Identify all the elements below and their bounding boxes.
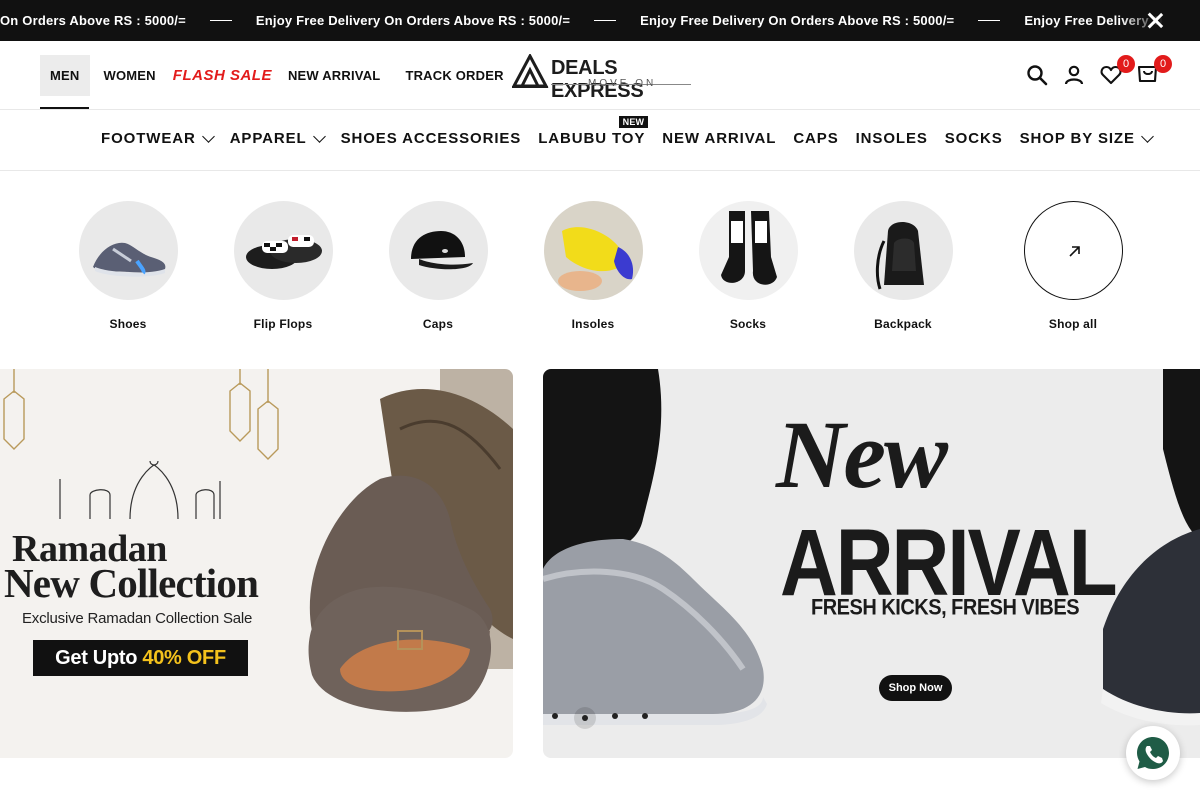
banner-new-arrival[interactable]: New ARRIVAL FRESH KICKS, FRESH VIBES Sho… (543, 369, 1200, 758)
category-footwear[interactable]: FOOTWEAR (101, 129, 215, 147)
category-circle-caps[interactable]: Caps (383, 201, 493, 331)
announcement-item: Enjoy Free Delivery On Orders Above RS :… (640, 13, 1024, 28)
cap-image (388, 201, 488, 300)
whatsapp-button[interactable] (1126, 726, 1180, 780)
search-icon[interactable] (1025, 63, 1049, 87)
site-logo[interactable]: DEALS EXPRESS MOVE ON (512, 54, 694, 102)
category-insoles[interactable]: INSOLES (856, 130, 928, 147)
category-circle-insoles[interactable]: Insoles (538, 201, 648, 331)
new-badge: NEW (618, 116, 649, 128)
category-circle-label: Shoes (109, 317, 147, 331)
new-arrival-script: New (776, 401, 948, 508)
announcement-lead: Enjoy (640, 13, 677, 28)
chevron-down-icon (201, 129, 215, 143)
category-label: SHOES ACCESSORIES (340, 130, 522, 147)
site-header: MEN WOMEN FLASH SALE NEW ARRIVAL TRACK O… (0, 41, 1200, 110)
header-actions: 0 0 (1012, 55, 1172, 87)
carousel-dots (543, 706, 663, 729)
category-shoes-accessories[interactable]: SHOES ACCESSORIES (341, 130, 522, 147)
close-icon[interactable] (1147, 12, 1164, 29)
category-shop-by-size[interactable]: SHOP BY SIZE (1019, 129, 1154, 147)
ramadan-title-line2: New Collection (4, 560, 259, 606)
cart-count-badge: 0 (1154, 55, 1172, 73)
category-label: NEW ARRIVAL (662, 130, 777, 147)
ramadan-cta-button[interactable]: Get Upto 40% OFF (33, 640, 248, 676)
nav-track-order[interactable]: TRACK ORDER (405, 68, 503, 83)
category-socks[interactable]: SOCKS (945, 130, 1003, 147)
category-apparel[interactable]: APPAREL (229, 129, 326, 147)
socks-image (698, 201, 798, 300)
announcement-bold: Free Delivery (680, 13, 765, 28)
category-new-arrival[interactable]: NEW ARRIVAL (662, 130, 776, 147)
gender-nav: MEN WOMEN FLASH SALE NEW ARRIVAL TRACK O… (40, 55, 504, 109)
banner-ramadan[interactable]: Ramadan New Collection Exclusive Ramadan… (0, 369, 513, 758)
category-circles: Shoes Flip Flops Caps Insoles Socks Back… (0, 201, 1200, 341)
nav-new-arrival[interactable]: NEW ARRIVAL (288, 68, 380, 83)
flip-flops-image (233, 201, 333, 300)
category-circle-shoes[interactable]: Shoes (73, 201, 183, 331)
announcement-lead: Enjoy (255, 13, 293, 28)
category-label: FOOTWEAR (101, 130, 196, 147)
carousel-dot[interactable] (552, 713, 558, 719)
category-circle-flip-flops[interactable]: Flip Flops (228, 201, 338, 331)
category-label: SOCKS (944, 130, 1003, 147)
divider-line (594, 20, 617, 21)
announcement-item: On Orders Above RS : 5000/= (0, 13, 256, 28)
chevron-down-icon (312, 129, 326, 143)
ramadan-subtitle: Exclusive Ramadan Collection Sale (22, 610, 253, 627)
category-circle-socks[interactable]: Socks (693, 201, 803, 331)
logo-tagline: MOVE ON (588, 78, 657, 89)
carousel-dot[interactable] (642, 713, 648, 719)
category-label: LABUBU TOY (538, 130, 646, 147)
whatsapp-icon (1137, 737, 1169, 769)
category-circle-label: Shop all (1048, 317, 1098, 331)
carousel-dot-active[interactable] (574, 707, 596, 729)
category-label: SHOP BY SIZE (1019, 130, 1135, 147)
new-arrival-subtitle: FRESH KICKS, FRESH VIBES (811, 596, 1080, 621)
announcement-item: Enjoy Free Delivery On Orders Above RS :… (256, 13, 640, 28)
category-caps[interactable]: CAPS (793, 130, 838, 147)
category-circle-label: Caps (422, 317, 454, 331)
carousel-dot[interactable] (612, 713, 618, 719)
category-nav: FOOTWEAR APPAREL SHOES ACCESSORIES LABUB… (0, 110, 1200, 171)
announcement-lead: Enjoy (1024, 13, 1061, 28)
announcement-track: On Orders Above RS : 5000/= Enjoy Free D… (0, 0, 1171, 41)
divider-line (209, 20, 232, 21)
category-circle-label: Backpack (874, 317, 932, 331)
wishlist-icon[interactable]: 0 (1099, 55, 1135, 87)
category-label: CAPS (793, 130, 839, 147)
account-icon[interactable] (1062, 63, 1086, 87)
category-label: APPAREL (229, 130, 307, 147)
wishlist-count-badge: 0 (1117, 55, 1135, 73)
ramadan-cta-prefix: Get Upto (55, 647, 143, 669)
category-circle-backpack[interactable]: Backpack (848, 201, 958, 331)
divider-line (978, 20, 1001, 21)
category-circle-label: Insoles (571, 317, 615, 331)
nav-men[interactable]: MEN (40, 55, 90, 109)
category-circle-shop-all[interactable]: Shop all (1018, 201, 1128, 331)
cart-icon[interactable]: 0 (1136, 55, 1172, 87)
logo-mark-icon (512, 54, 549, 88)
ramadan-cta-highlight: 40% OFF (142, 647, 226, 669)
insoles-image (543, 201, 643, 300)
nav-women[interactable]: WOMEN (104, 68, 156, 83)
backpack-image (853, 201, 953, 300)
announcement-text: On Orders Above RS : 5000/= (768, 13, 955, 28)
nav-flash-sale[interactable]: FLASH SALE (173, 67, 272, 84)
shoe-image (78, 201, 178, 300)
announcement-bar: On Orders Above RS : 5000/= Enjoy Free D… (0, 0, 1200, 41)
arrow-up-right-icon (1068, 246, 1080, 257)
shop-all-circle (1023, 201, 1123, 300)
category-circle-label: Socks (729, 317, 767, 331)
announcement-text: On Orders Above RS : 5000/= (384, 13, 571, 28)
shop-now-button[interactable]: Shop Now (879, 675, 952, 701)
announcement-bold: Free Delivery (296, 13, 381, 28)
category-labubu-toy[interactable]: LABUBU TOY NEW (538, 116, 649, 147)
chevron-down-icon (1141, 129, 1154, 143)
announcement-text: On Orders Above RS : 5000/= (0, 13, 186, 28)
category-circle-label: Flip Flops (253, 317, 313, 331)
category-label: INSOLES (855, 130, 928, 147)
